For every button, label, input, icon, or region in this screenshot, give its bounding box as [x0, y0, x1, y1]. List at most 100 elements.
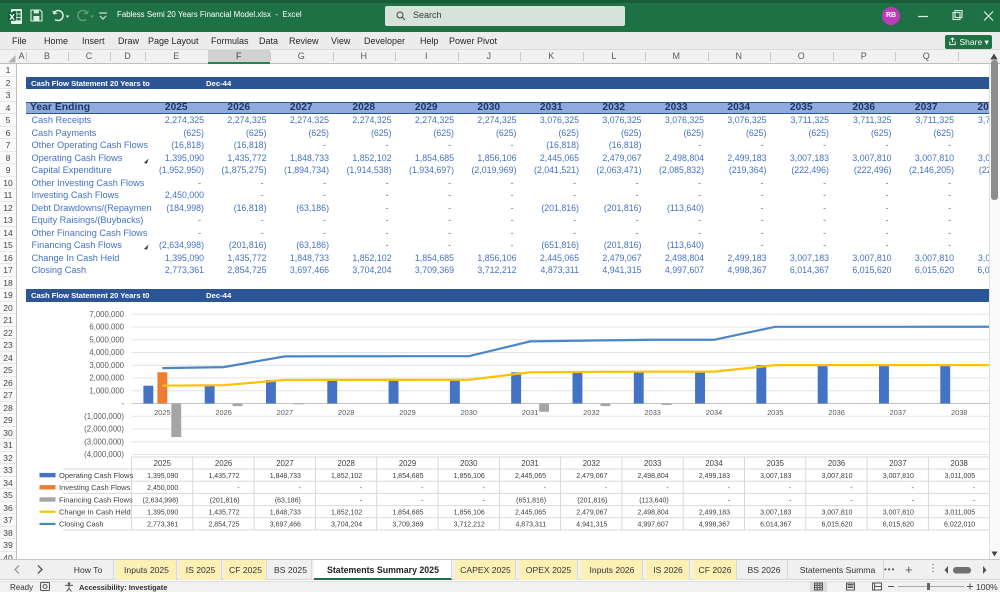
- svg-text:1,435,772: 1,435,772: [208, 473, 239, 480]
- svg-text:2036: 2036: [828, 459, 845, 468]
- svg-text:4,000,000: 4,000,000: [89, 348, 124, 357]
- svg-text:-: -: [121, 399, 124, 408]
- svg-text:-: -: [482, 485, 485, 492]
- svg-text:-: -: [237, 485, 240, 492]
- svg-text:2031: 2031: [521, 459, 538, 468]
- svg-text:2,498,804: 2,498,804: [638, 473, 669, 480]
- svg-text:1,435,772: 1,435,772: [208, 510, 239, 517]
- svg-text:2035: 2035: [767, 408, 783, 417]
- svg-text:3,007,810: 3,007,810: [821, 510, 852, 517]
- svg-text:3,007,183: 3,007,183: [760, 510, 791, 517]
- svg-text:-: -: [421, 485, 424, 492]
- svg-text:2026: 2026: [215, 408, 231, 417]
- svg-text:2028: 2028: [338, 459, 355, 468]
- svg-text:2033: 2033: [644, 459, 661, 468]
- svg-text:1,395,090: 1,395,090: [147, 510, 178, 517]
- svg-text:2034: 2034: [705, 459, 723, 468]
- svg-text:Investing Cash Flows: Investing Cash Flows: [59, 483, 131, 492]
- svg-text:(201,816): (201,816): [577, 497, 607, 504]
- svg-text:2,000,000: 2,000,000: [89, 374, 124, 383]
- svg-text:3,007,810: 3,007,810: [883, 473, 914, 480]
- svg-text:(1,000,000): (1,000,000): [84, 412, 124, 421]
- svg-text:(2,000,000): (2,000,000): [84, 425, 124, 434]
- svg-text:-: -: [912, 497, 915, 504]
- svg-text:(4,000,000): (4,000,000): [84, 450, 124, 459]
- svg-text:4,997,607: 4,997,607: [638, 522, 669, 529]
- svg-text:2037: 2037: [890, 408, 906, 417]
- svg-text:2025: 2025: [154, 459, 172, 468]
- svg-text:3,011,005: 3,011,005: [945, 473, 976, 480]
- svg-text:Closing Cash: Closing Cash: [59, 520, 104, 529]
- svg-text:(113,640): (113,640): [639, 497, 668, 504]
- svg-text:2029: 2029: [399, 459, 416, 468]
- svg-text:-: -: [605, 485, 608, 492]
- svg-text:6,015,620: 6,015,620: [883, 522, 914, 529]
- svg-text:2038: 2038: [951, 459, 968, 468]
- svg-text:-: -: [666, 485, 669, 492]
- svg-text:2,479,067: 2,479,067: [576, 510, 607, 517]
- svg-text:3,704,204: 3,704,204: [331, 522, 362, 529]
- svg-text:2,854,725: 2,854,725: [208, 522, 239, 529]
- svg-text:-: -: [360, 485, 363, 492]
- svg-text:6,015,620: 6,015,620: [821, 522, 852, 529]
- svg-text:2,445,065: 2,445,065: [515, 510, 546, 517]
- svg-text:2027: 2027: [276, 459, 293, 468]
- svg-text:(63,186): (63,186): [275, 497, 301, 504]
- svg-text:2038: 2038: [951, 408, 967, 417]
- svg-text:-: -: [973, 497, 976, 504]
- svg-text:-: -: [421, 497, 424, 504]
- svg-text:2032: 2032: [583, 459, 600, 468]
- svg-text:1,854,685: 1,854,685: [392, 473, 423, 480]
- svg-text:-: -: [850, 485, 853, 492]
- svg-text:2,499,183: 2,499,183: [699, 473, 730, 480]
- svg-text:-: -: [912, 485, 915, 492]
- svg-text:-: -: [360, 497, 363, 504]
- svg-text:3,697,466: 3,697,466: [270, 522, 301, 529]
- svg-text:Financing Cash Flows: Financing Cash Flows: [59, 495, 133, 504]
- svg-text:2030: 2030: [461, 408, 477, 417]
- svg-text:2033: 2033: [644, 408, 660, 417]
- svg-text:Operating Cash Flows: Operating Cash Flows: [59, 471, 133, 480]
- svg-text:3,007,810: 3,007,810: [821, 473, 852, 480]
- svg-text:1,856,106: 1,856,106: [454, 510, 485, 517]
- svg-text:-: -: [789, 485, 792, 492]
- svg-text:2026: 2026: [215, 459, 232, 468]
- svg-text:2032: 2032: [583, 408, 599, 417]
- svg-text:3,000,000: 3,000,000: [89, 361, 124, 370]
- svg-text:4,941,315: 4,941,315: [576, 522, 607, 529]
- svg-text:-: -: [973, 485, 976, 492]
- svg-text:4,998,367: 4,998,367: [699, 522, 730, 529]
- svg-text:-: -: [482, 497, 485, 504]
- svg-text:3,007,810: 3,007,810: [883, 510, 914, 517]
- svg-text:1,848,733: 1,848,733: [270, 473, 301, 480]
- svg-text:2,445,065: 2,445,065: [515, 473, 546, 480]
- svg-text:(201,816): (201,816): [210, 497, 240, 504]
- svg-text:-: -: [789, 497, 792, 504]
- svg-text:5,000,000: 5,000,000: [89, 335, 124, 344]
- svg-text:2035: 2035: [767, 459, 785, 468]
- svg-text:-: -: [850, 497, 853, 504]
- svg-text:3,709,369: 3,709,369: [392, 522, 423, 529]
- svg-text:3,712,212: 3,712,212: [454, 522, 485, 529]
- svg-text:3,011,005: 3,011,005: [945, 510, 976, 517]
- svg-text:6,000,000: 6,000,000: [89, 323, 124, 332]
- svg-text:2036: 2036: [828, 408, 844, 417]
- svg-text:-: -: [544, 485, 547, 492]
- svg-text:2,498,804: 2,498,804: [638, 510, 669, 517]
- svg-text:3,007,183: 3,007,183: [760, 473, 791, 480]
- svg-text:2029: 2029: [399, 408, 415, 417]
- svg-text:-: -: [728, 485, 731, 492]
- svg-text:(3,000,000): (3,000,000): [84, 437, 124, 446]
- svg-text:2,479,067: 2,479,067: [576, 473, 607, 480]
- svg-text:2030: 2030: [460, 459, 478, 468]
- svg-text:(651,816): (651,816): [516, 497, 546, 504]
- svg-text:2028: 2028: [338, 408, 354, 417]
- svg-text:6,014,367: 6,014,367: [760, 522, 791, 529]
- svg-text:4,873,311: 4,873,311: [515, 522, 546, 529]
- svg-text:-: -: [728, 497, 731, 504]
- svg-text:2,773,361: 2,773,361: [147, 522, 178, 529]
- svg-text:(2,634,998): (2,634,998): [142, 497, 178, 504]
- svg-text:2,450,000: 2,450,000: [147, 485, 178, 492]
- svg-text:2037: 2037: [889, 459, 906, 468]
- svg-text:1,856,106: 1,856,106: [454, 473, 485, 480]
